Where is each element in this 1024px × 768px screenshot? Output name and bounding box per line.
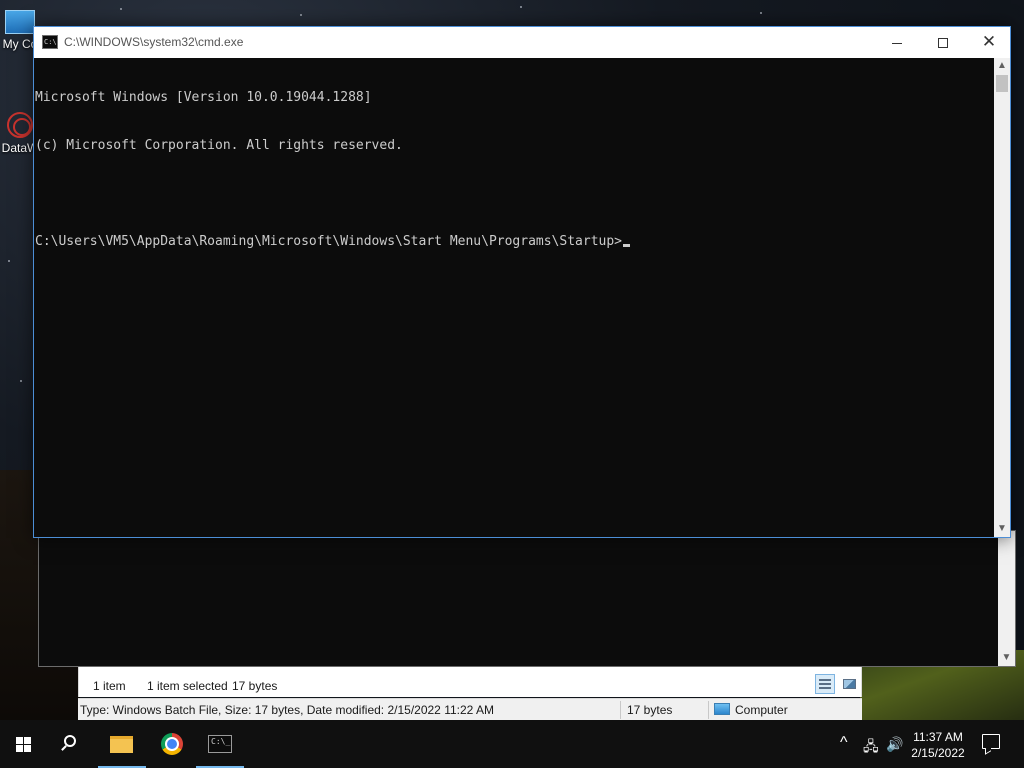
explorer-vertical-scrollbar[interactable]: ▼ — [998, 531, 1015, 666]
notification-center-icon[interactable] — [982, 734, 1000, 749]
star — [300, 14, 302, 16]
location-label: Computer — [735, 703, 788, 717]
console-output[interactable]: Microsoft Windows [Version 10.0.19044.12… — [34, 58, 994, 537]
taskbar-file-explorer[interactable] — [98, 720, 146, 768]
explorer-status-bar: 1 item 1 item selected 17 bytes — [78, 667, 862, 697]
star — [520, 6, 522, 8]
scroll-down-arrow-icon[interactable]: ▼ — [998, 649, 1015, 666]
maximize-icon — [938, 38, 948, 49]
window-title: C:\WINDOWS\system32\cmd.exe — [64, 35, 244, 49]
console-prompt: C:\Users\VM5\AppData\Roaming\Microsoft\W… — [35, 234, 622, 249]
logo-pane — [24, 745, 31, 752]
selection-count: 1 item selected — [147, 679, 228, 693]
clock[interactable]: 11:37 AM 2/15/2022 — [906, 729, 970, 761]
scroll-thumb[interactable] — [996, 75, 1008, 92]
logo-pane — [16, 745, 23, 752]
logo-pane — [16, 737, 23, 744]
cmd-window: C:\ C:\WINDOWS\system32\cmd.exe ✕ Micros… — [33, 26, 1011, 538]
scroll-down-arrow-icon[interactable]: ▼ — [994, 521, 1010, 537]
command-prompt-icon: C:\_ — [208, 735, 232, 753]
computer-icon — [714, 703, 730, 715]
volume-icon[interactable]: 🔊 — [886, 736, 903, 753]
details-view-button[interactable] — [815, 674, 835, 694]
console-prompt-line: C:\Users\VM5\AppData\Roaming\Microsoft\W… — [35, 234, 994, 250]
folder-icon — [110, 736, 133, 753]
location-zone: Computer — [714, 703, 788, 717]
windows-logo-icon — [16, 737, 32, 752]
large-icons-view-icon — [843, 679, 856, 689]
cmd-vertical-scrollbar[interactable]: ▲ ▼ — [994, 58, 1010, 537]
cmd-app-icon[interactable]: C:\ — [42, 35, 58, 49]
divider — [708, 701, 709, 719]
console-line: Microsoft Windows [Version 10.0.19044.12… — [35, 90, 372, 105]
taskbar: C:\_ ^ 🖧 🔊 11:37 AM 2/15/2022 — [0, 720, 1024, 768]
logo-pane — [24, 737, 31, 744]
star — [120, 8, 122, 10]
text-cursor — [623, 244, 630, 247]
clock-time: 11:37 AM — [913, 730, 963, 744]
datawrangler-shortcut-icon — [7, 112, 33, 138]
this-pc-icon — [5, 10, 35, 34]
search-button[interactable] — [48, 720, 96, 768]
selection-size: 17 bytes — [232, 679, 278, 693]
file-details-text: Type: Windows Batch File, Size: 17 bytes… — [80, 703, 494, 717]
star — [20, 380, 22, 382]
chrome-icon — [161, 733, 183, 755]
show-hidden-icons-chevron-icon[interactable]: ^ — [840, 734, 848, 752]
minimize-button[interactable] — [874, 27, 920, 57]
console-line: (c) Microsoft Corporation. All rights re… — [35, 138, 403, 153]
clock-date: 2/15/2022 — [911, 746, 965, 760]
taskbar-chrome[interactable] — [148, 720, 196, 768]
divider — [620, 701, 621, 719]
file-size-text: 17 bytes — [627, 703, 673, 717]
start-button[interactable] — [0, 720, 48, 768]
network-icon[interactable]: 🖧 — [863, 736, 879, 760]
large-icons-view-button[interactable] — [839, 674, 859, 694]
cmd-title-bar[interactable]: C:\ C:\WINDOWS\system32\cmd.exe ✕ — [34, 27, 1010, 58]
details-view-icon — [819, 679, 831, 689]
close-icon: ✕ — [981, 32, 997, 51]
scroll-up-arrow-icon[interactable]: ▲ — [994, 58, 1010, 74]
taskbar-command-prompt[interactable]: C:\_ — [196, 720, 244, 768]
explorer-window-content: ▼ — [38, 530, 1016, 667]
item-count: 1 item — [93, 679, 126, 693]
search-icon — [64, 735, 76, 747]
star — [8, 260, 10, 262]
minimize-icon — [892, 42, 902, 44]
explorer-details-bar: Type: Windows Batch File, Size: 17 bytes… — [78, 698, 862, 720]
maximize-button[interactable] — [920, 27, 966, 57]
star — [760, 12, 762, 14]
close-button[interactable]: ✕ — [966, 27, 1012, 57]
